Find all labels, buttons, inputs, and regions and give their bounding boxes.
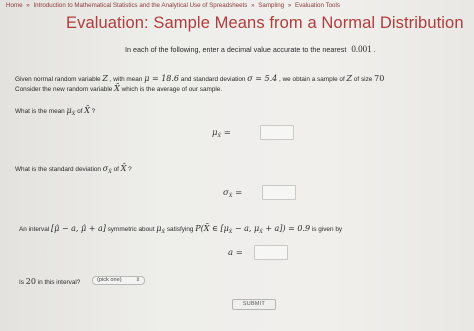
question-text: What is the standard deviation bbox=[15, 166, 101, 173]
question-interval: An interval [μ̂ − a, μ̂ + a] symmetric a… bbox=[19, 224, 342, 235]
breadcrumb-current: Evaluation Tools bbox=[295, 2, 340, 9]
page-title: Evaluation: Sample Means from a Normal D… bbox=[66, 14, 464, 32]
var-z: Z bbox=[102, 74, 108, 83]
problem-text: , with mean bbox=[109, 76, 143, 83]
problem-line-2: Consider the new random variable X̄ whic… bbox=[15, 84, 222, 93]
test-value: 20 bbox=[25, 277, 36, 286]
problem-text: of size bbox=[353, 76, 373, 83]
submit-button[interactable]: SUBMIT bbox=[232, 299, 276, 310]
question-text: ? bbox=[128, 166, 132, 173]
question-text: of bbox=[77, 108, 83, 115]
var-z: Z bbox=[346, 74, 353, 83]
sd-answer-input[interactable] bbox=[262, 185, 296, 200]
interval-answer-label: a = bbox=[228, 248, 243, 258]
mean-answer-input[interactable] bbox=[260, 125, 294, 140]
breadcrumb-separator: » bbox=[251, 2, 255, 9]
probability-expression: P(X̄ ∈ [μX̄ − a, μX̄ + a]) = 0.9 bbox=[195, 224, 311, 235]
page: Home » Introduction to Mathematical Stat… bbox=[0, 0, 474, 331]
xbar-subscript: X̄ bbox=[108, 169, 112, 175]
problem-text: Given normal random variable bbox=[15, 76, 101, 83]
question-text: What is the mean bbox=[15, 108, 65, 115]
instructions-text: In each of the following, enter a decima… bbox=[125, 45, 347, 54]
breadcrumb-course-link[interactable]: Introduction to Mathematical Statistics … bbox=[33, 2, 247, 9]
question-text: satisfying bbox=[166, 226, 194, 233]
instructions: In each of the following, enter a decima… bbox=[125, 44, 376, 54]
sd-value: σ = 5.4 bbox=[247, 74, 278, 83]
problem-text: and standard deviation bbox=[180, 76, 246, 83]
breadcrumb-home-link[interactable]: Home bbox=[6, 2, 23, 9]
question-in-interval: Is 20 in this interval? bbox=[19, 277, 80, 286]
question-text: in this interval? bbox=[37, 279, 81, 286]
question-text: symmetric about bbox=[107, 226, 155, 233]
question-text: Is bbox=[19, 279, 24, 286]
xbar-subscript: X̄ bbox=[161, 229, 166, 235]
select-value: (pick one) bbox=[97, 277, 122, 283]
var-xbar: X̄ bbox=[120, 164, 127, 173]
instructions-period: . bbox=[373, 45, 376, 54]
interval-answer-input[interactable] bbox=[254, 245, 288, 260]
sd-answer-label: σX̄ = bbox=[223, 188, 243, 199]
var-xbar: X̄ bbox=[114, 84, 120, 93]
breadcrumb-separator: » bbox=[26, 2, 30, 9]
question-mean: What is the mean μX̄ of X̄ ? bbox=[15, 106, 95, 117]
mean-answer-label: μX̄ = bbox=[212, 128, 231, 139]
sample-size: 70 bbox=[374, 74, 385, 83]
interval-expression: [μ̂ − a, μ̂ + a] bbox=[50, 224, 106, 233]
question-text: ? bbox=[91, 108, 96, 115]
problem-text: which is the average of our sample. bbox=[121, 86, 223, 93]
breadcrumb-separator: » bbox=[287, 2, 292, 9]
question-text: of bbox=[113, 166, 119, 173]
problem-line-1: Given normal random variable Z , with me… bbox=[15, 74, 384, 83]
question-sd: What is the standard deviation σX̄ of X̄… bbox=[15, 164, 132, 175]
in-interval-select[interactable]: (pick one) ⇕ bbox=[92, 276, 145, 285]
question-text: An interval bbox=[19, 226, 50, 233]
breadcrumb-sampling-link[interactable]: Sampling bbox=[258, 2, 284, 9]
chevron-updown-icon: ⇕ bbox=[135, 277, 140, 283]
mean-value: μ = 18.6 bbox=[144, 74, 180, 83]
question-text: is given by bbox=[311, 226, 343, 233]
precision-value: 0.001 bbox=[351, 44, 372, 54]
breadcrumb: Home » Introduction to Mathematical Stat… bbox=[6, 2, 340, 9]
xbar-subscript: X̄ bbox=[71, 111, 76, 117]
problem-text: Consider the new random variable bbox=[15, 86, 113, 93]
problem-text: , we obtain a sample of bbox=[279, 76, 345, 83]
var-xbar: X̄ bbox=[84, 106, 90, 115]
